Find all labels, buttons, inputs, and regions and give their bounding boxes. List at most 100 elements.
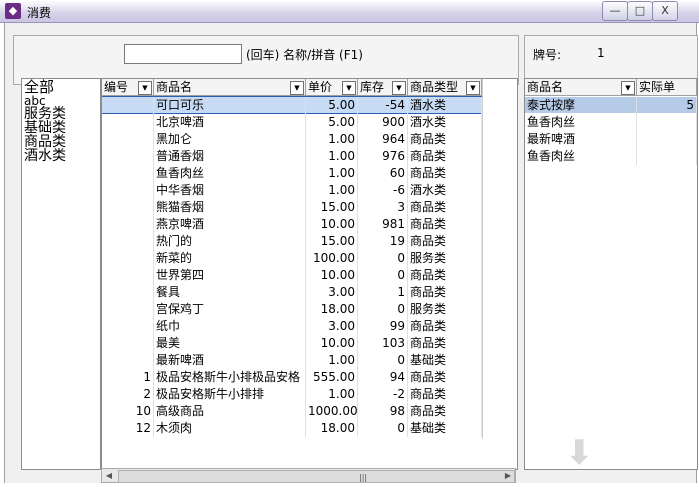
table-cell: 1.00	[306, 386, 358, 403]
table-cell: 1.00	[306, 352, 358, 369]
table-cell	[102, 165, 154, 182]
order-cell[interactable]: 泰式按摩	[525, 97, 637, 114]
table-cell[interactable]: 最美	[154, 335, 306, 352]
table-cell[interactable]: 宫保鸡丁	[154, 301, 306, 318]
order-grid[interactable]: 商品名 ▼ 实际单 泰式按摩 5 鱼香肉丝 最新啤酒 鱼香肉丝	[524, 78, 698, 470]
column-header-label: 编号	[104, 80, 129, 94]
table-cell	[102, 250, 154, 267]
scroll-right-icon[interactable]: ▶	[502, 470, 514, 481]
table-cell	[102, 284, 154, 301]
order-cell[interactable]	[637, 131, 697, 148]
table-cell[interactable]: 中华香烟	[154, 182, 306, 199]
column-header[interactable]: 商品类型 ▼	[408, 79, 482, 96]
order-cell[interactable]: 鱼香肉丝	[525, 114, 637, 131]
table-cell[interactable]: 普通香烟	[154, 148, 306, 165]
column-header[interactable]: 商品名 ▼	[154, 79, 306, 96]
watermark-logo: ⬇	[565, 433, 594, 473]
table-cell[interactable]: 黑加仑	[154, 131, 306, 148]
table-cell: 12	[102, 420, 154, 437]
table-cell: 98	[358, 403, 408, 420]
table-cell	[102, 131, 154, 148]
table-cell[interactable]: 高级商品	[154, 403, 306, 420]
order-cell[interactable]: 最新啤酒	[525, 131, 637, 148]
column-dropdown-icon[interactable]: ▼	[621, 81, 635, 95]
category-item[interactable]: 酒水类	[22, 149, 100, 163]
column-header[interactable]: 编号 ▼	[102, 79, 154, 96]
table-cell[interactable]: 北京啤酒	[154, 114, 306, 131]
order-cell[interactable]	[637, 114, 697, 131]
category-item[interactable]: 服务类	[22, 107, 100, 121]
table-cell: -54	[358, 97, 408, 114]
table-cell: 10.00	[306, 335, 358, 352]
table-cell[interactable]: 可口可乐	[154, 97, 306, 114]
table-cell[interactable]: 熊猫香烟	[154, 199, 306, 216]
table-cell[interactable]: 热门的	[154, 233, 306, 250]
table-cell: 18.00	[306, 301, 358, 318]
table-cell: 商品类	[408, 386, 482, 403]
table-cell: 10	[102, 403, 154, 420]
close-button[interactable]: X	[652, 1, 678, 21]
table-cell[interactable]: 餐具	[154, 284, 306, 301]
table-cell: 商品类	[408, 267, 482, 284]
table-cell[interactable]: 纸巾	[154, 318, 306, 335]
table-cell: 1	[102, 369, 154, 386]
order-column-header-label: 实际单	[639, 80, 676, 94]
order-column-header[interactable]: 商品名 ▼	[525, 79, 637, 96]
column-dropdown-icon[interactable]: ▼	[392, 81, 406, 95]
category-item[interactable]: 基础类	[22, 121, 100, 135]
plate-value: 1	[597, 46, 605, 60]
column-dropdown-icon[interactable]: ▼	[290, 81, 304, 95]
table-cell[interactable]: 新菜的	[154, 250, 306, 267]
order-column-header[interactable]: 实际单	[637, 79, 697, 96]
table-cell: 5.00	[306, 97, 358, 114]
table-cell[interactable]: 极品安格斯牛小排排	[154, 386, 306, 403]
column-dropdown-icon[interactable]: ▼	[138, 81, 152, 95]
horizontal-scrollbar[interactable]: ◀ ||| ▶	[101, 468, 516, 483]
order-cell[interactable]: 5	[637, 97, 697, 114]
search-input[interactable]	[124, 44, 242, 64]
table-cell: 981	[358, 216, 408, 233]
table-cell[interactable]: 世界第四	[154, 267, 306, 284]
maximize-button[interactable]: □	[627, 1, 653, 21]
product-grid[interactable]: 编号 ▼ 商品名 ▼ 单价 ▼ 库存 ▼ 商品类型 ▼ 可口可乐 5.00 -54 酒水类 北京啤酒 5.00…	[101, 78, 518, 470]
order-cell[interactable]	[637, 148, 697, 165]
column-dropdown-icon[interactable]: ▼	[342, 81, 356, 95]
table-cell[interactable]: 极品安格斯牛小排极品安格	[154, 369, 306, 386]
category-item[interactable]: 商品类	[22, 135, 100, 149]
table-cell: -6	[358, 182, 408, 199]
minimize-button[interactable]: —	[602, 1, 628, 21]
table-cell	[102, 352, 154, 369]
table-cell	[102, 301, 154, 318]
table-cell: 60	[358, 165, 408, 182]
table-cell: 商品类	[408, 148, 482, 165]
scroll-left-icon[interactable]: ◀	[103, 470, 115, 481]
category-list[interactable]: 全部 abc 服务类 基础类 商品类 酒水类	[21, 78, 101, 470]
column-header[interactable]: 库存 ▼	[358, 79, 408, 96]
table-cell[interactable]: 木须肉	[154, 420, 306, 437]
plate-label: 牌号:	[533, 48, 562, 62]
grid-column-divider	[482, 79, 483, 439]
table-cell: 1.00	[306, 165, 358, 182]
table-cell: 0	[358, 267, 408, 284]
column-header[interactable]: 单价 ▼	[306, 79, 358, 96]
scroll-thumb[interactable]: |||	[118, 470, 515, 483]
table-cell	[102, 148, 154, 165]
order-cell[interactable]: 鱼香肉丝	[525, 148, 637, 165]
table-cell: 10.00	[306, 216, 358, 233]
table-cell: 3	[358, 199, 408, 216]
column-dropdown-icon[interactable]: ▼	[466, 81, 480, 95]
table-cell: 酒水类	[408, 97, 482, 114]
table-cell: 5.00	[306, 114, 358, 131]
table-cell[interactable]: 最新啤酒	[154, 352, 306, 369]
column-header-label: 单价	[308, 80, 333, 94]
table-cell[interactable]: 鱼香肉丝	[154, 165, 306, 182]
table-cell[interactable]: 燕京啤酒	[154, 216, 306, 233]
table-cell	[102, 97, 154, 114]
column-header-label: 商品类型	[410, 80, 459, 94]
table-cell: 10.00	[306, 267, 358, 284]
table-cell: 1	[358, 284, 408, 301]
table-cell: 商品类	[408, 284, 482, 301]
table-cell: 964	[358, 131, 408, 148]
table-cell: 0	[358, 250, 408, 267]
table-cell: 商品类	[408, 199, 482, 216]
